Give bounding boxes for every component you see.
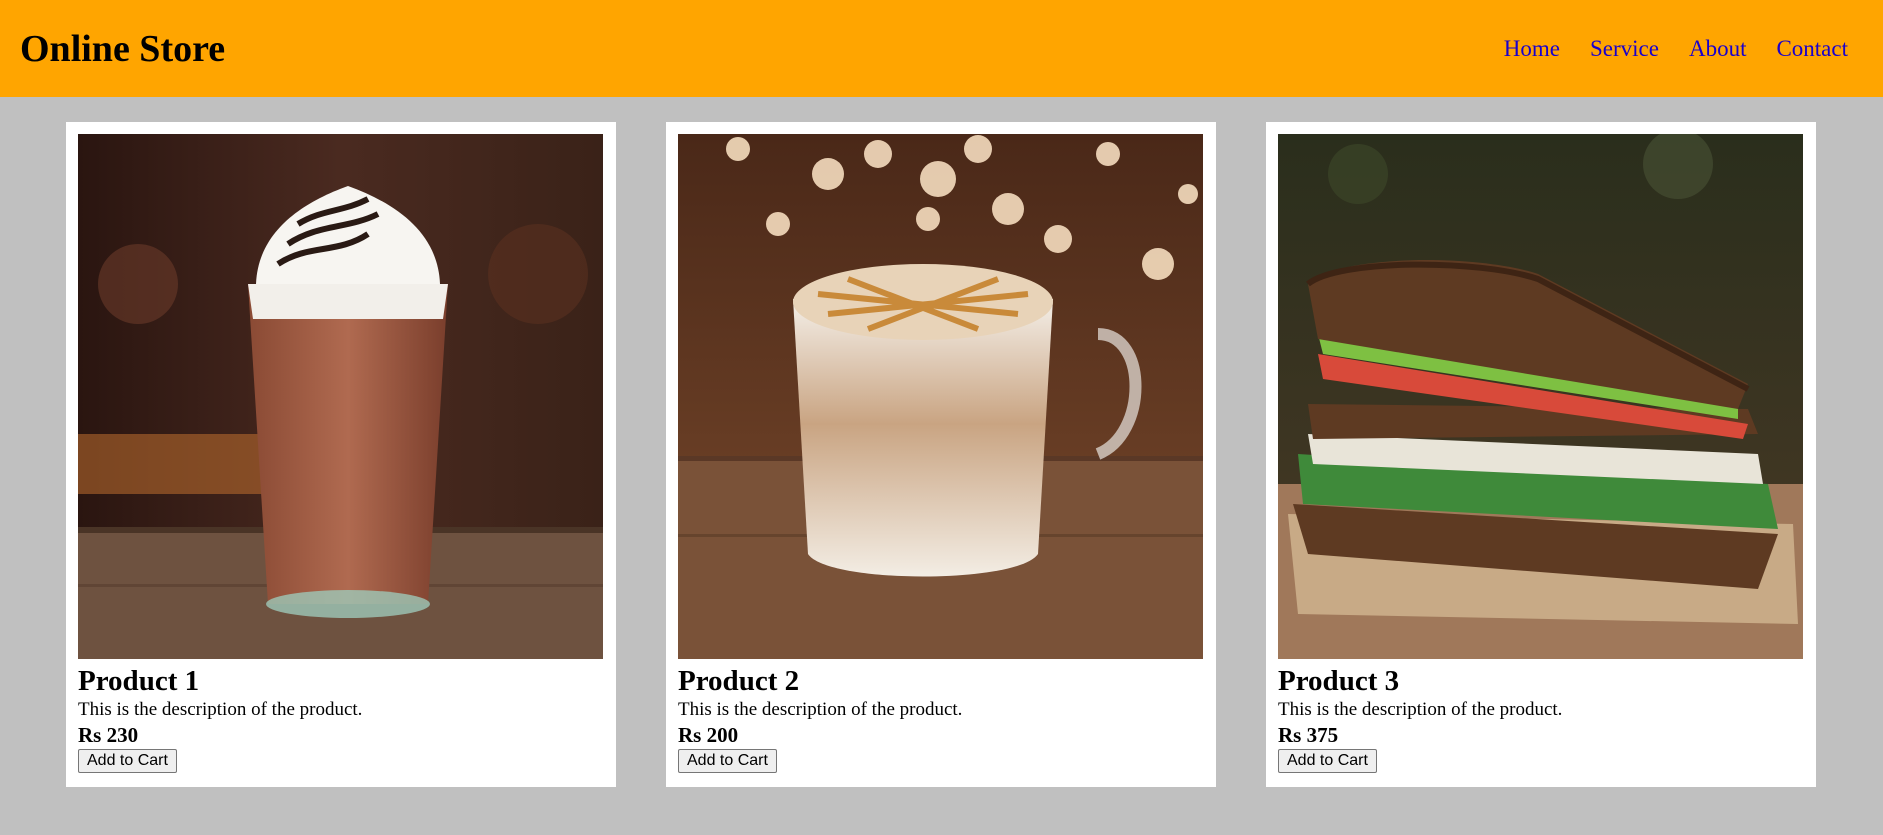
add-to-cart-button[interactable]: Add to Cart [678, 749, 777, 773]
main-nav: Home Service About Contact [1504, 36, 1848, 62]
nav-service[interactable]: Service [1590, 36, 1659, 62]
add-to-cart-button[interactable]: Add to Cart [1278, 749, 1377, 773]
product-description: This is the description of the product. [78, 699, 363, 720]
product-title: Product 2 [678, 665, 800, 697]
nav-home[interactable]: Home [1504, 36, 1560, 62]
add-to-cart-button[interactable]: Add to Cart [78, 749, 177, 773]
product-title: Product 3 [1278, 665, 1400, 697]
nav-contact[interactable]: Contact [1776, 36, 1848, 62]
product-image [78, 134, 603, 659]
nav-about[interactable]: About [1689, 36, 1747, 62]
site-header: Online Store Home Service About Contact [0, 0, 1883, 97]
product-image [1278, 134, 1803, 659]
product-title: Product 1 [78, 665, 200, 697]
product-card: Product 2 This is the description of the… [666, 122, 1216, 787]
product-card: Product 3 This is the description of the… [1266, 122, 1816, 787]
product-price: Rs 230 [78, 723, 139, 747]
product-description: This is the description of the product. [1278, 699, 1563, 720]
product-price: Rs 375 [1278, 723, 1339, 747]
product-price: Rs 200 [678, 723, 739, 747]
product-image [678, 134, 1203, 659]
site-brand: Online Store [20, 27, 226, 70]
product-description: This is the description of the product. [678, 699, 963, 720]
product-card: Product 1 This is the description of the… [66, 122, 616, 787]
